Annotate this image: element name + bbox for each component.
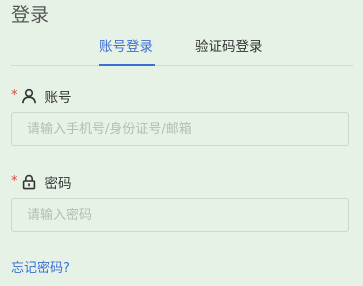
login-tabs: 账号登录 验证码登录 xyxy=(0,34,353,66)
tabs-divider xyxy=(11,65,353,66)
lock-icon xyxy=(21,174,37,190)
user-icon xyxy=(21,88,37,104)
password-label: 密码 xyxy=(44,176,72,192)
active-tab-indicator xyxy=(99,64,155,66)
password-input[interactable] xyxy=(11,198,349,232)
account-input[interactable] xyxy=(11,112,349,146)
account-label: 账号 xyxy=(44,90,72,106)
required-mark: * xyxy=(11,174,18,189)
page-title: 登录 xyxy=(11,4,50,26)
required-mark: * xyxy=(11,88,18,103)
password-field-label: * 密码 xyxy=(11,172,72,193)
tab-account-login[interactable]: 账号登录 xyxy=(99,38,153,56)
forgot-password-link[interactable]: 忘记密码? xyxy=(11,260,70,278)
tab-code-login[interactable]: 验证码登录 xyxy=(195,38,263,56)
account-field-label: * 账号 xyxy=(11,86,72,107)
